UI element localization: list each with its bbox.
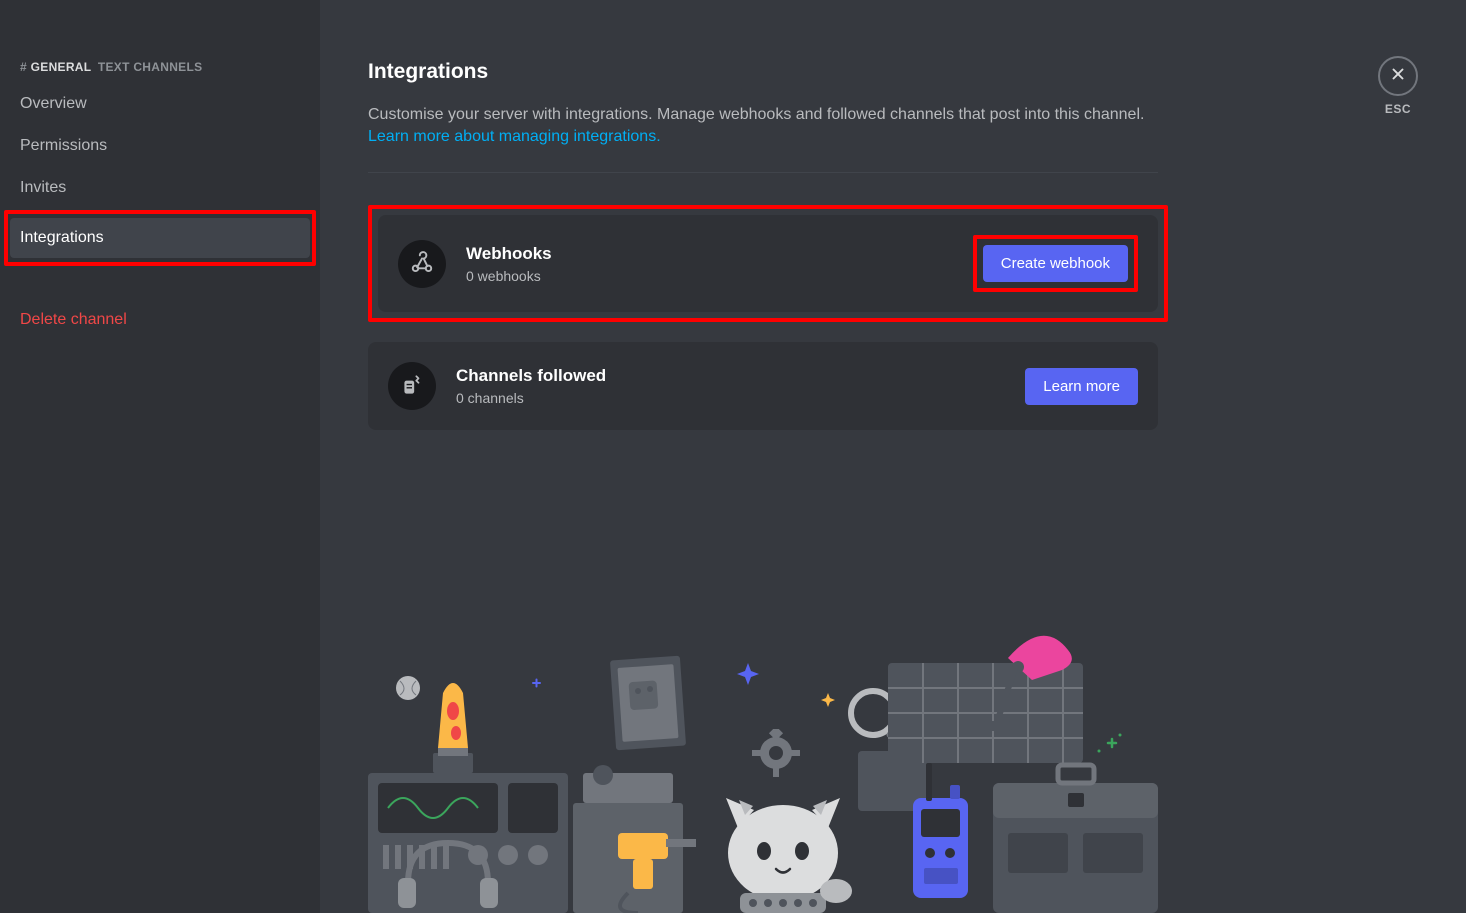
close-label: ESC — [1378, 102, 1418, 116]
channels-followed-subtitle: 0 channels — [456, 390, 1025, 406]
card-text: Webhooks 0 webhooks — [466, 244, 973, 284]
header-suffix: TEXT CHANNELS — [98, 60, 203, 74]
card-text: Channels followed 0 channels — [456, 366, 1025, 406]
close-wrap: ESC — [1378, 56, 1418, 116]
learn-more-button[interactable]: Learn more — [1025, 368, 1138, 405]
highlight-box-create-button: Create webhook — [973, 235, 1138, 292]
sidebar-item-label: Delete channel — [20, 311, 127, 328]
close-button[interactable] — [1378, 56, 1418, 96]
channel-name: GENERAL — [31, 60, 92, 74]
webhooks-subtitle: 0 webhooks — [466, 268, 973, 284]
sidebar-item-label: Permissions — [20, 137, 107, 154]
channels-followed-title: Channels followed — [456, 366, 1025, 386]
webhooks-title: Webhooks — [466, 244, 973, 264]
channels-followed-icon — [388, 362, 436, 410]
page-title: Integrations — [368, 60, 1426, 84]
hash-icon: # — [20, 60, 27, 74]
footer-illustration — [368, 633, 1158, 913]
sidebar-item-integrations[interactable]: Integrations — [10, 218, 310, 258]
webhooks-card: Webhooks 0 webhooks Create webhook — [378, 215, 1158, 312]
sidebar-header: # GENERAL TEXT CHANNELS — [10, 60, 310, 82]
sidebar-item-delete-channel[interactable]: Delete channel — [10, 300, 310, 340]
sidebar-item-label: Invites — [20, 179, 66, 196]
page-description: Customise your server with integrations.… — [368, 104, 1148, 148]
highlight-box-webhooks: Webhooks 0 webhooks Create webhook — [368, 205, 1168, 322]
learn-more-link[interactable]: Learn more about managing integrations. — [368, 128, 661, 145]
sidebar-item-invites[interactable]: Invites — [10, 168, 310, 208]
sidebar: # GENERAL TEXT CHANNELS Overview Permiss… — [0, 0, 320, 913]
webhook-icon — [398, 240, 446, 288]
sidebar-item-label: Overview — [20, 95, 87, 112]
channels-followed-card: Channels followed 0 channels Learn more — [368, 342, 1158, 430]
main-content: ESC Integrations Customise your server w… — [320, 0, 1466, 913]
sidebar-item-overview[interactable]: Overview — [10, 84, 310, 124]
create-webhook-button[interactable]: Create webhook — [983, 245, 1128, 282]
sidebar-item-label: Integrations — [20, 229, 104, 246]
divider — [368, 172, 1158, 173]
close-icon — [1389, 65, 1407, 88]
highlight-box-sidebar: Integrations — [4, 210, 316, 266]
sidebar-item-permissions[interactable]: Permissions — [10, 126, 310, 166]
sidebar-separator — [10, 268, 310, 298]
description-text: Customise your server with integrations.… — [368, 106, 1144, 123]
